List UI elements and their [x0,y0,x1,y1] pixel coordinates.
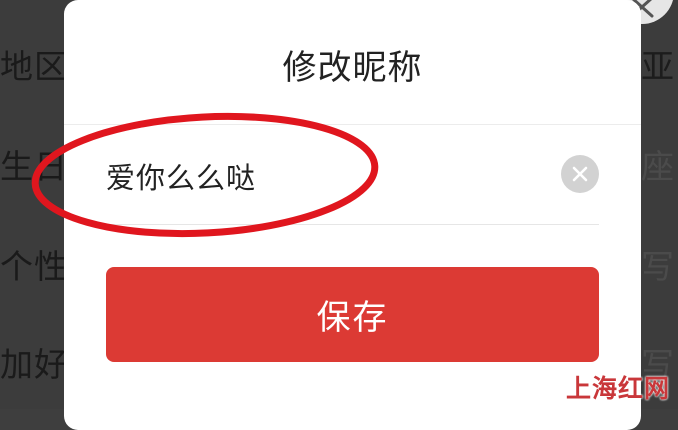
bg-row-label-add-friend: 加好 [0,345,68,384]
dialog-title: 修改昵称 [282,48,423,88]
bg-row-label-signature: 个性 [0,247,68,286]
bg-row-label-birthday: 生日 [0,147,68,186]
input-divider [106,224,599,225]
clear-button[interactable] [561,155,599,193]
bg-row-value-region: 亚 [641,47,674,86]
clear-icon [572,166,588,182]
nickname-input[interactable] [106,150,546,202]
edit-nickname-dialog: 修改昵称 保存 [64,0,641,430]
watermark: 上海红网 [565,374,670,403]
bg-row-value-birthday: 座 [641,147,674,186]
save-button[interactable]: 保存 [106,267,599,362]
title-divider [64,124,641,125]
bg-row-label-region: 地区 [0,47,68,86]
bg-row-value-signature: 写 [641,247,674,286]
